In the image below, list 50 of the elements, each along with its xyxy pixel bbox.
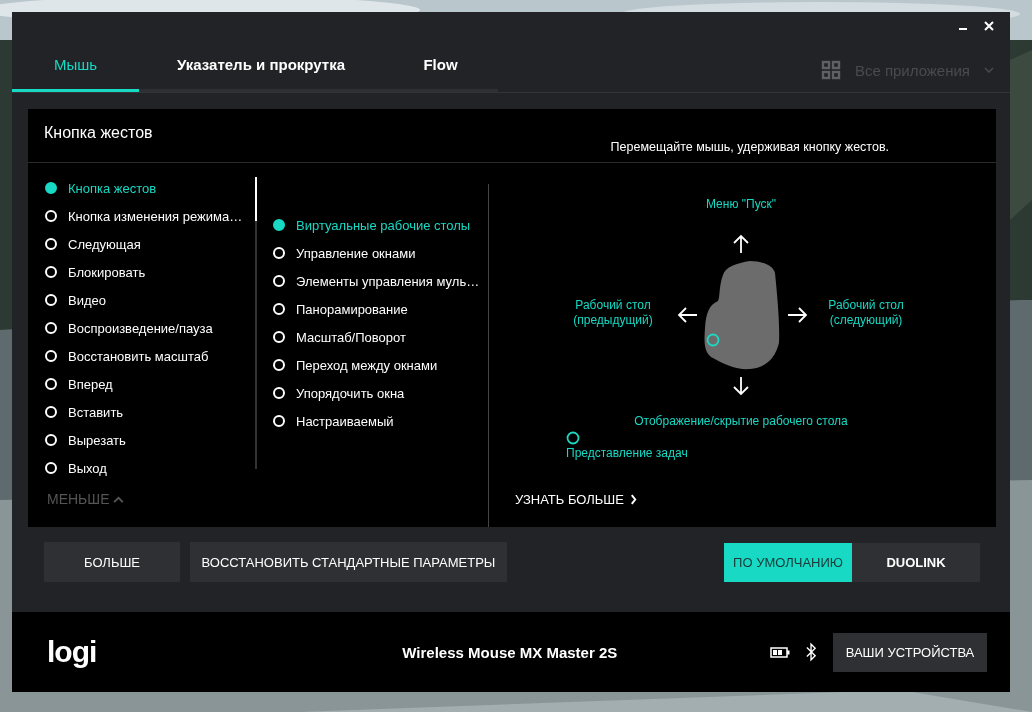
button-option[interactable]: Блокировать — [28, 258, 255, 286]
action-option[interactable]: Элементы управления муль… — [257, 267, 488, 295]
button-option[interactable]: Воспроизведение/пауза — [28, 314, 255, 342]
action-option[interactable]: Управление окнами — [257, 239, 488, 267]
tab[interactable]: Мышь — [12, 40, 139, 92]
action-option[interactable]: Виртуальные рабочие столы — [257, 211, 488, 239]
panel-title: Кнопка жестов — [43, 123, 153, 143]
left-arrow-icon — [677, 307, 698, 323]
action-option[interactable]: Настраиваемый — [257, 407, 488, 435]
click-marker — [566, 431, 580, 445]
chevron-right-icon — [629, 494, 637, 505]
gesture-label: Меню "Пуск" — [705, 197, 777, 212]
action-button[interactable]: БОЛЬШЕ — [44, 542, 180, 582]
action-option[interactable]: Переход между окнами — [257, 351, 488, 379]
chevron-up-icon — [113, 495, 125, 503]
button-option[interactable]: Выход — [28, 454, 255, 482]
bluetooth-icon — [806, 642, 817, 662]
gesture-button-marker — [706, 333, 720, 347]
learn-more-link[interactable]: УЗНАТЬ БОЛЬШЕ — [489, 473, 637, 507]
mode-button[interactable]: ПО УМОЛЧАНИЮ — [724, 542, 852, 582]
button-option[interactable]: Восстановить масштаб — [28, 342, 255, 370]
action-button[interactable]: ВОССТАНОВИТЬ СТАНДАРТНЫЕ ПАРАМЕТРЫ — [190, 542, 507, 582]
action-option[interactable]: Панорамирование — [257, 295, 488, 323]
logo: logi — [47, 635, 97, 669]
up-arrow-icon — [733, 234, 749, 254]
tab[interactable]: Flow — [383, 40, 498, 92]
gesture-label: Представление задач — [566, 446, 688, 461]
action-option[interactable]: Масштаб/Поворот — [257, 323, 488, 351]
button-option[interactable]: Вырезать — [28, 426, 255, 454]
devices-button[interactable]: ВАШИ УСТРОЙСТВА — [833, 632, 987, 672]
gesture-label: Рабочий стол (следующий) — [827, 298, 905, 328]
mode-button[interactable]: DUOLINK — [852, 542, 980, 582]
down-arrow-icon — [733, 376, 749, 396]
button-option[interactable]: Видео — [28, 286, 255, 314]
right-arrow-icon — [787, 307, 808, 323]
button-option[interactable]: Кнопка жестов — [28, 174, 255, 202]
action-option[interactable]: Упорядочить окна — [257, 379, 488, 407]
battery-icon — [770, 646, 790, 658]
button-option[interactable]: Следующая — [28, 230, 255, 258]
scrollbar[interactable] — [255, 177, 257, 469]
button-option[interactable]: Вставить — [28, 398, 255, 426]
device-name: Wireless Mouse MX Master 2S — [402, 643, 618, 661]
button-option[interactable]: Вперед — [28, 370, 255, 398]
instruction-text: Перемещайте мышь, удерживая кнопку жестов. — [610, 139, 890, 156]
grid-icon[interactable] — [820, 60, 841, 80]
button-option[interactable]: Кнопка изменения режима… — [28, 202, 255, 230]
gesture-label: Рабочий стол (предыдущий) — [572, 298, 654, 328]
tab[interactable]: Указатель и прокрутка — [139, 40, 383, 92]
close-icon[interactable] — [984, 21, 994, 31]
gesture-label: Отображение/скрытие рабочего стола — [633, 414, 849, 429]
